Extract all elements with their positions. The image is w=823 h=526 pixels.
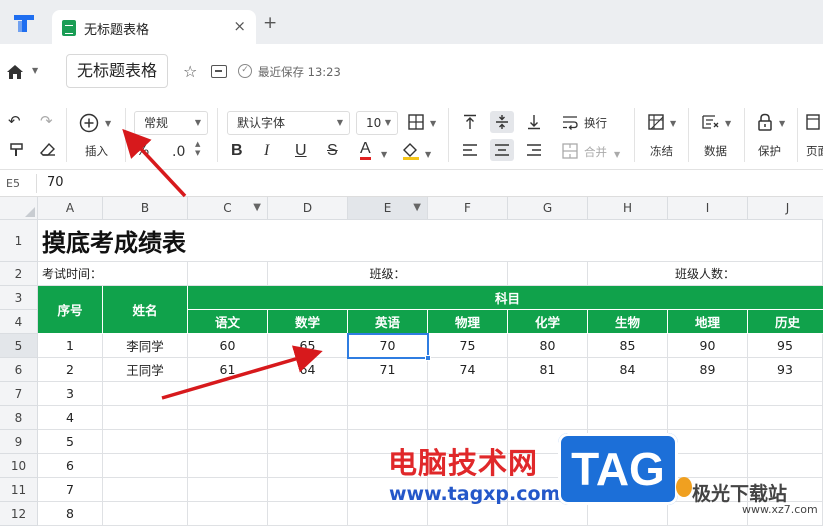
arrow-to-cells (161, 345, 323, 400)
watermark-url: www.tagxp.com (389, 483, 561, 505)
arrow-to-insert (122, 128, 187, 198)
spreadsheet-app: 无标题表格 × + ▼ 无标题表格 ☆ ✓ 最近保存 13:23 ↶ ↷ ▼ 插… (0, 0, 823, 526)
watermark-brand-url: www.xz7.com (742, 503, 818, 516)
watermark-tag-logo: TAG (558, 433, 678, 505)
brand-logo-icon (676, 477, 692, 497)
watermark-text: 电脑技术网 (388, 446, 539, 480)
watermark-brand: 极光下载站 (692, 483, 788, 505)
